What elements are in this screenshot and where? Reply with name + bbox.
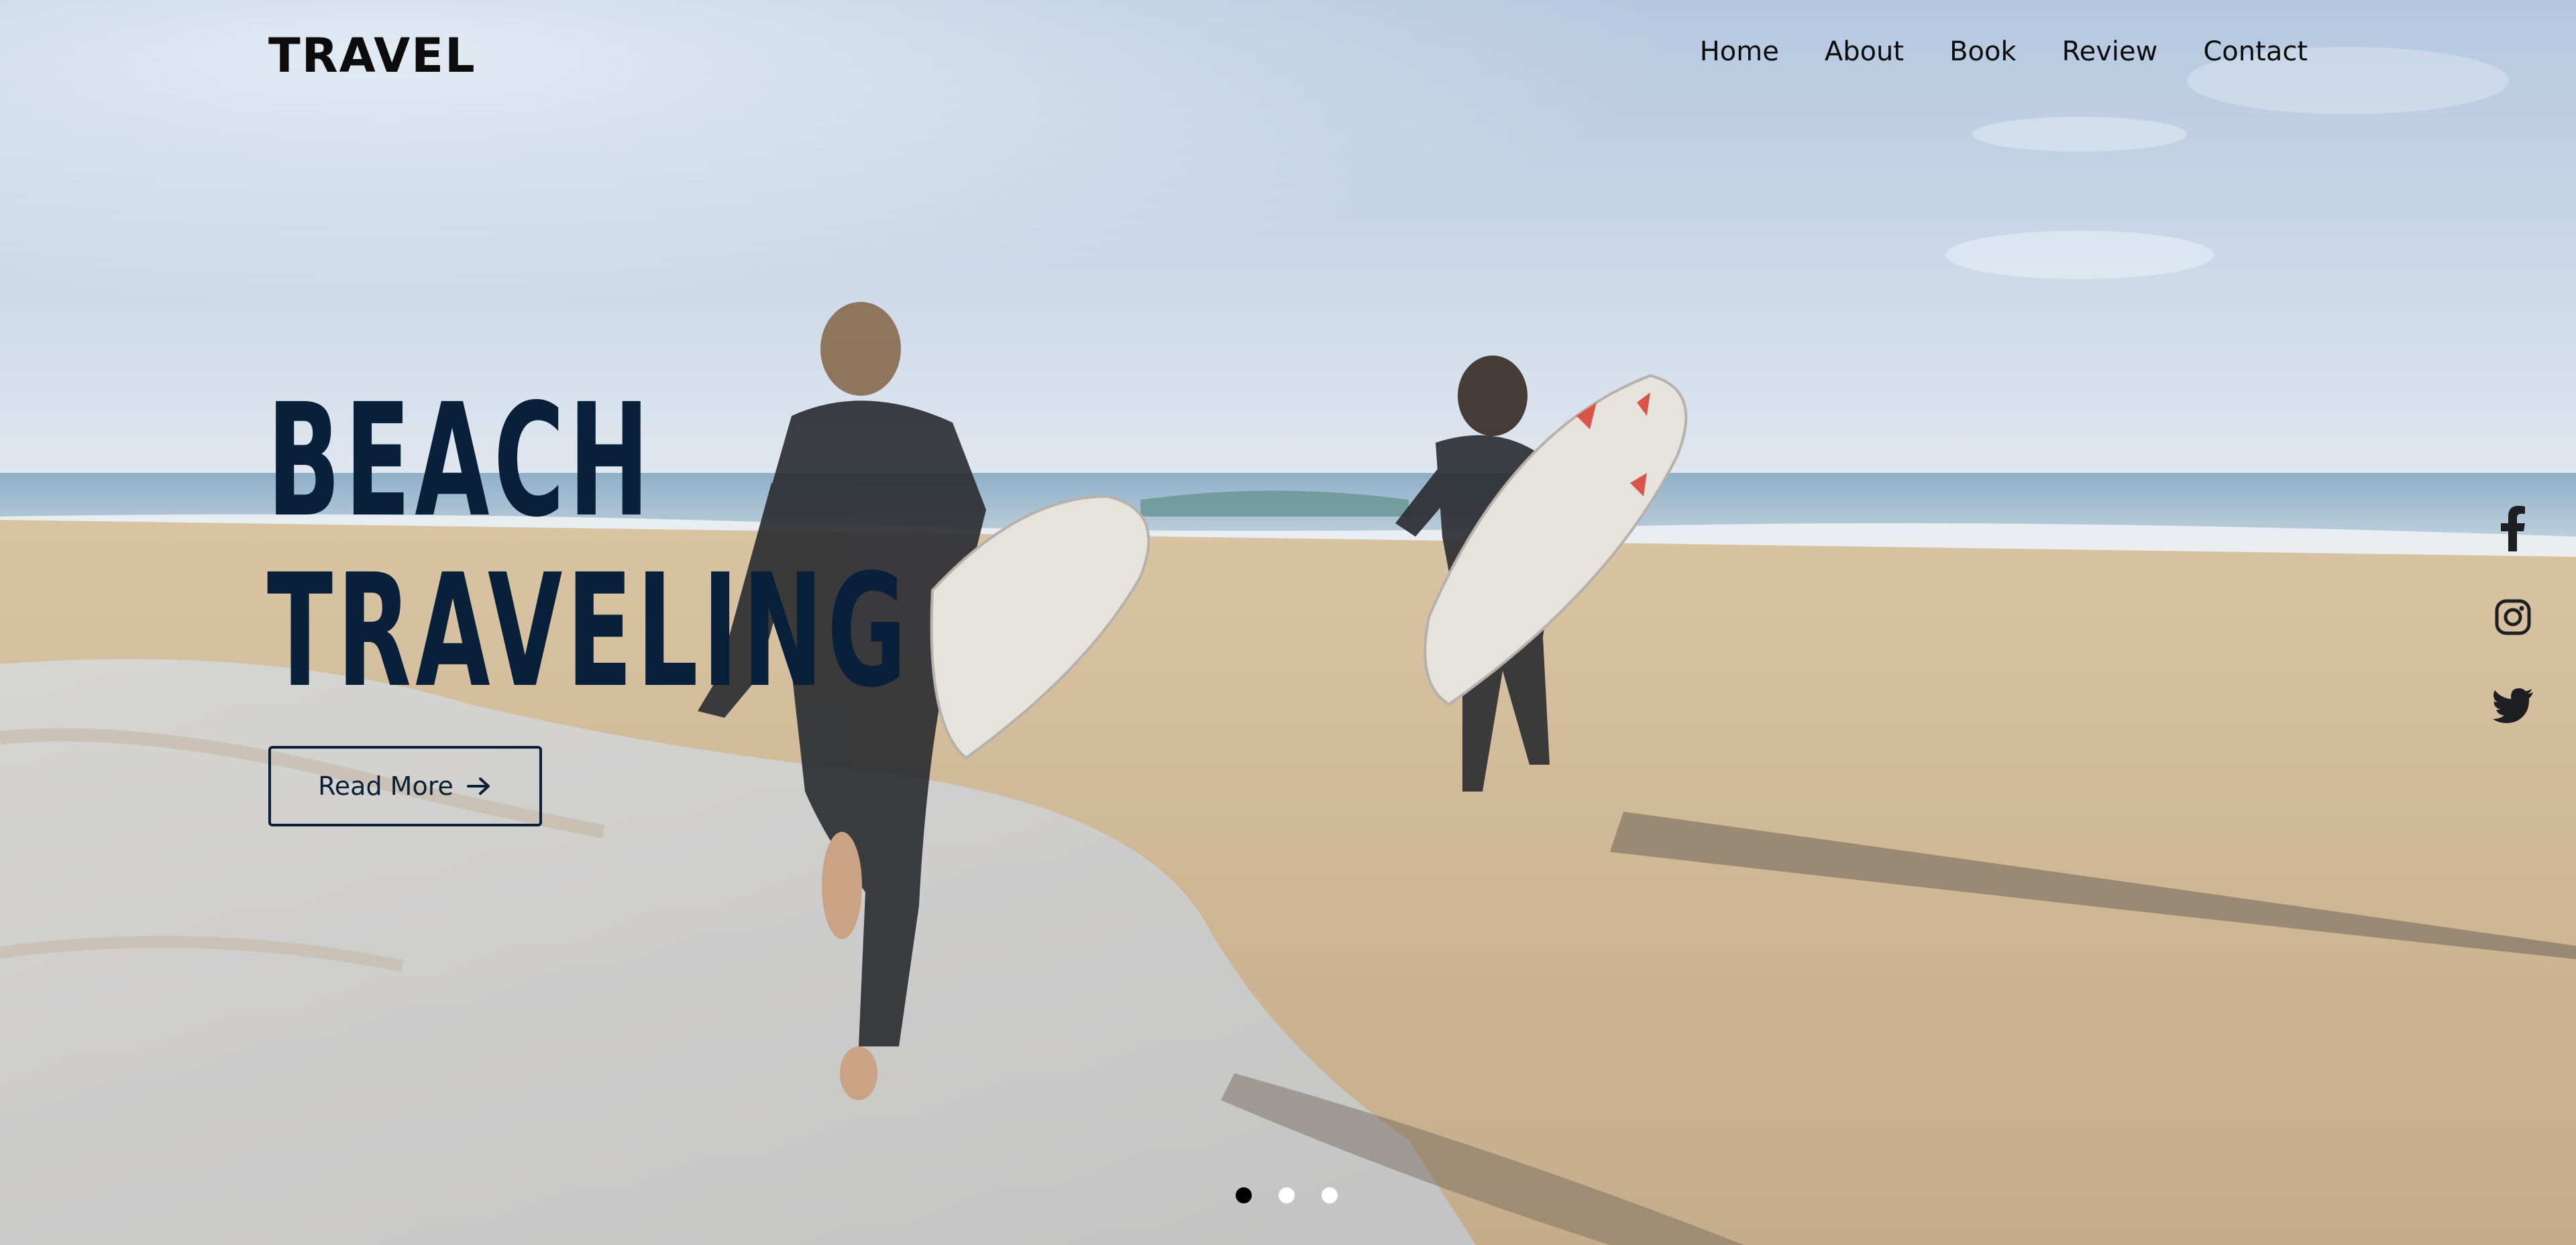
slider-dot-2[interactable] [1279,1187,1295,1203]
slider-dot-1[interactable] [1236,1187,1252,1203]
facebook-icon[interactable] [2491,506,2534,551]
nav-review-link[interactable]: Review [2062,36,2158,67]
nav-home-link[interactable]: Home [1700,36,1779,67]
twitter-icon[interactable] [2491,684,2534,727]
instagram-icon[interactable] [2491,596,2534,639]
read-more-label: Read More [318,771,453,801]
hero-title: BEACH TRAVELING [267,376,910,716]
main-nav: Home About Book Review Contact [1700,36,2308,67]
nav-contact-link[interactable]: Contact [2203,36,2308,67]
read-more-button[interactable]: Read More [268,746,542,826]
hero-section: TRAVEL Home About Book Review Contact BE… [0,0,2576,1245]
slider-pagination [1236,1187,1338,1203]
social-links [2491,506,2534,727]
hero-title-line-1: BEACH [267,370,654,551]
arrow-right-icon [466,775,492,797]
slider-dot-3[interactable] [1322,1187,1338,1203]
nav-about-link[interactable]: About [1825,36,1904,67]
nav-book-link[interactable]: Book [1949,36,2017,67]
hero-title-line-2: TRAVELING [267,541,911,722]
site-logo[interactable]: TRAVEL [268,28,476,83]
